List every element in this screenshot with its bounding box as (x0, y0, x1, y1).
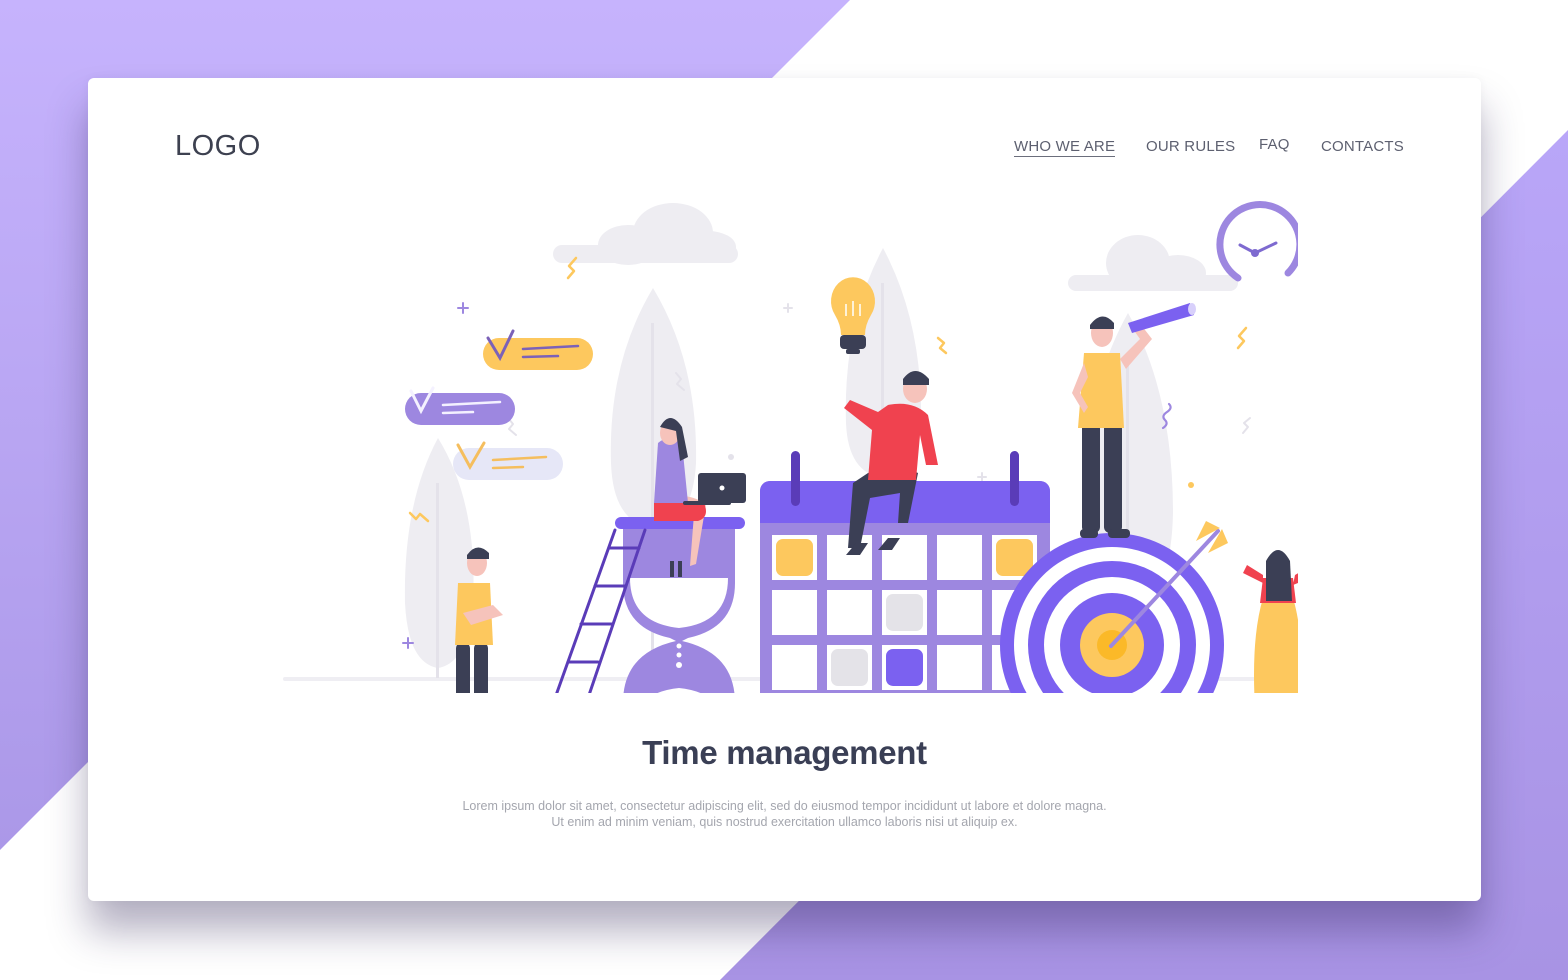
hero-description-line-1: Lorem ipsum dolor sit amet, consectetur … (462, 799, 1107, 813)
calendar-cell-marker-gray (886, 594, 923, 631)
hero-title: Time management (642, 734, 927, 771)
landing-page-card: LOGO WHO WE ARE OUR RULES FAQ CONTACTS T… (88, 78, 1481, 901)
person-megaphone (1243, 550, 1298, 693)
checklist-item-3 (453, 441, 563, 480)
calendar-cell (772, 590, 817, 635)
nav-who-we-are[interactable]: WHO WE ARE (1014, 138, 1116, 157)
nav-our-rules[interactable]: OUR RULES (1146, 138, 1235, 155)
calendar-cell (937, 645, 982, 690)
calendar-cell-marker-yellow (776, 539, 813, 576)
calendar-grid (772, 535, 1037, 690)
calendar-cell (937, 590, 982, 635)
clock-icon (1216, 201, 1298, 282)
hero-description-line-2: Ut enim ad minim veniam, quis nostrud ex… (551, 815, 1018, 829)
calendar-cell-marker-purple (886, 649, 923, 686)
nav-contacts[interactable]: CONTACTS (1321, 138, 1404, 155)
hourglass-icon (615, 517, 745, 693)
cloud-left (553, 203, 738, 265)
nav-faq[interactable]: FAQ (1259, 136, 1290, 153)
calendar-cell (827, 590, 872, 635)
calendar-cell (937, 535, 982, 580)
checklist-item-1 (483, 329, 593, 370)
calendar-cell-marker-gray (831, 649, 868, 686)
cloud-right (1068, 235, 1238, 291)
calendar-cell-marker-yellow (996, 539, 1033, 576)
hero-description: Lorem ipsum dolor sit amet, consectetur … (88, 798, 1481, 830)
checklist-item-2 (405, 386, 515, 425)
main-nav: WHO WE ARE OUR RULES FAQ CONTACTS (88, 136, 1481, 162)
calendar-cell (772, 645, 817, 690)
hero-illustration (278, 183, 1298, 693)
